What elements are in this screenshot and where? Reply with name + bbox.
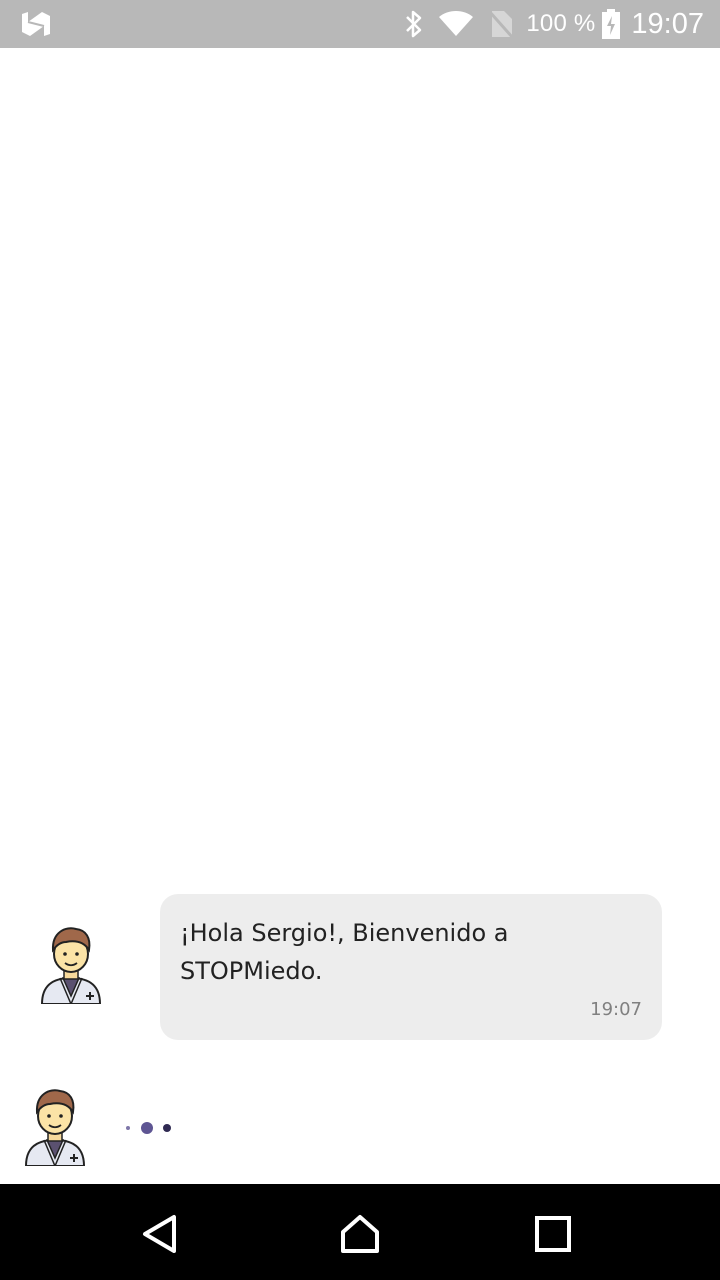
status-time: 19:07 <box>631 7 704 40</box>
chat-area[interactable]: ¡Hola Sergio!, Bienvenido a STOPMiedo. 1… <box>0 48 720 1184</box>
battery-charging-icon <box>602 9 621 39</box>
wifi-icon <box>439 11 474 36</box>
back-icon[interactable] <box>140 1214 180 1254</box>
typing-indicator <box>126 1118 186 1138</box>
no-sim-icon <box>488 10 515 39</box>
recent-apps-icon[interactable] <box>533 1214 573 1254</box>
doctor-avatar-icon <box>24 1089 86 1166</box>
status-bar: 100 % 19:07 <box>0 0 720 48</box>
n-logo-icon <box>22 12 50 36</box>
status-icons: 100 % 19:07 <box>404 0 704 48</box>
message-bubble[interactable]: ¡Hola Sergio!, Bienvenido a STOPMiedo. 1… <box>160 894 662 1040</box>
message-timestamp: 19:07 <box>590 999 642 1020</box>
navigation-bar <box>0 1184 720 1280</box>
home-icon[interactable] <box>340 1214 380 1254</box>
message-text: ¡Hola Sergio!, Bienvenido a STOPMiedo. <box>180 919 509 985</box>
doctor-avatar-icon <box>40 927 102 1004</box>
bluetooth-icon <box>406 10 422 38</box>
typing-dot <box>126 1126 130 1130</box>
typing-dot <box>163 1124 171 1132</box>
typing-dot <box>141 1122 153 1134</box>
battery-percent: 100 % <box>526 10 596 37</box>
